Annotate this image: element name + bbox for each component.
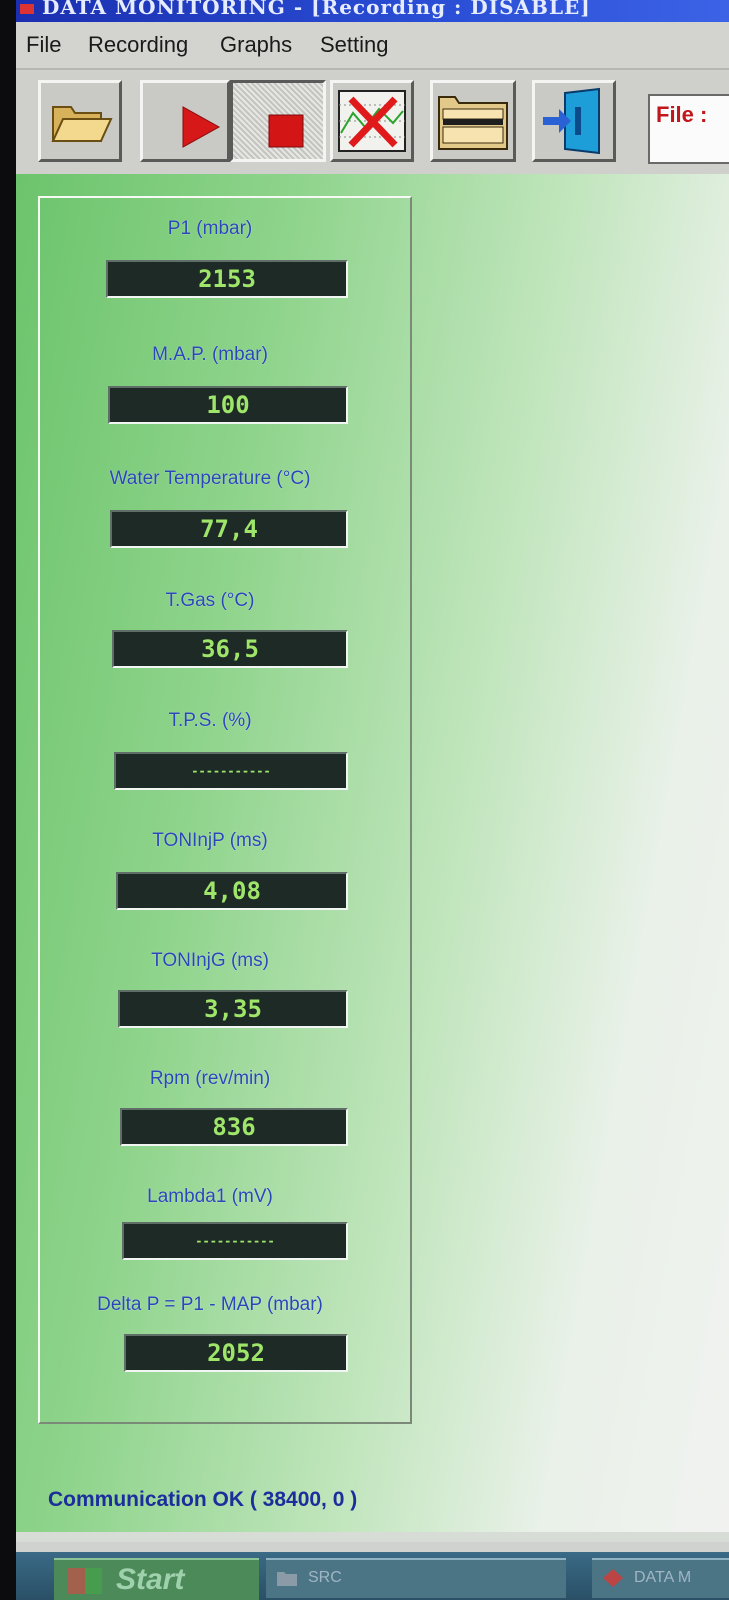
record-play-button[interactable]: [140, 80, 230, 162]
status-bar-edge: [16, 1532, 729, 1542]
screen: DATA MONITORING - [Recording : DISABLE] …: [16, 0, 729, 1600]
param-label-water-temperature: Water Temperature (°C): [109, 468, 311, 489]
clear-graph-button[interactable]: [330, 80, 414, 162]
param-label-delta-p: Delta P = P1 - MAP (mbar): [97, 1294, 323, 1315]
file-name-box: File :: [648, 94, 729, 164]
record-stop-button[interactable]: [230, 80, 326, 162]
title-bar: DATA MONITORING - [Recording : DISABLE]: [16, 0, 729, 22]
param-display-tgas: 36,5: [112, 630, 348, 668]
taskbar: Start SRC DATA M: [16, 1552, 729, 1600]
app-icon: [603, 1569, 623, 1587]
menu-bar: File Recording Graphs Setting: [16, 22, 729, 70]
taskbar-item-label: SRC: [308, 1569, 342, 1586]
menu-recording[interactable]: Recording: [88, 32, 188, 58]
param-display-toninjg: 3,35: [118, 990, 348, 1028]
taskbar-item-data-monitoring[interactable]: DATA M: [592, 1558, 729, 1598]
param-display-lambda1: -----------: [122, 1222, 348, 1260]
start-button[interactable]: Start: [54, 1558, 259, 1600]
param-label-rpm: Rpm (rev/min): [149, 1068, 271, 1089]
param-display-tps: -----------: [114, 752, 348, 790]
play-icon: [182, 106, 221, 148]
stop-icon: [268, 114, 304, 148]
open-folder-button[interactable]: [38, 80, 122, 162]
taskbar-item-src[interactable]: SRC: [266, 1558, 566, 1598]
window-title: DATA MONITORING - [Recording : DISABLE]: [42, 0, 591, 19]
param-label-lambda1: Lambda1 (mV): [147, 1186, 273, 1207]
param-label-tps: T.P.S. (%): [168, 710, 252, 731]
param-display-p1: 2153: [106, 260, 348, 298]
menu-graphs[interactable]: Graphs: [220, 32, 292, 58]
param-display-rpm: 836: [120, 1108, 348, 1146]
param-label-tgas: T.Gas (°C): [165, 590, 255, 611]
table-icon: [438, 96, 508, 150]
data-table-button[interactable]: [430, 80, 516, 162]
folder-icon: [277, 1572, 297, 1586]
param-label-map: M.A.P. (mbar): [152, 344, 268, 365]
app-icon: [20, 4, 34, 14]
param-label-toninjp: TONInjP (ms): [152, 830, 268, 851]
exit-button[interactable]: [532, 80, 616, 162]
communication-status: Communication OK ( 38400, 0 ): [48, 1488, 358, 1511]
param-display-toninjp: 4,08: [116, 872, 348, 910]
menu-setting[interactable]: Setting: [320, 32, 389, 58]
param-label-toninjg: TONInjG (ms): [151, 950, 269, 971]
windows-logo-icon: [68, 1568, 102, 1594]
monitoring-area: P1 (mbar) 2153 M.A.P. (mbar) 100 Water T…: [16, 174, 729, 1532]
exit-door-icon: [543, 87, 600, 155]
toolbar: File :: [16, 70, 729, 174]
file-label: File :: [656, 102, 708, 127]
menu-file[interactable]: File: [26, 32, 61, 58]
folder-icon: [51, 106, 113, 142]
start-label: Start: [116, 1563, 185, 1596]
taskbar-item-label: DATA M: [634, 1569, 692, 1586]
clear-graph-icon: [338, 90, 406, 152]
param-display-water-temperature: 77,4: [110, 510, 348, 548]
param-label-p1: P1 (mbar): [167, 218, 253, 239]
parameters-panel: P1 (mbar) 2153 M.A.P. (mbar) 100 Water T…: [38, 196, 412, 1424]
param-display-map: 100: [108, 386, 348, 424]
param-display-delta-p: 2052: [124, 1334, 348, 1372]
